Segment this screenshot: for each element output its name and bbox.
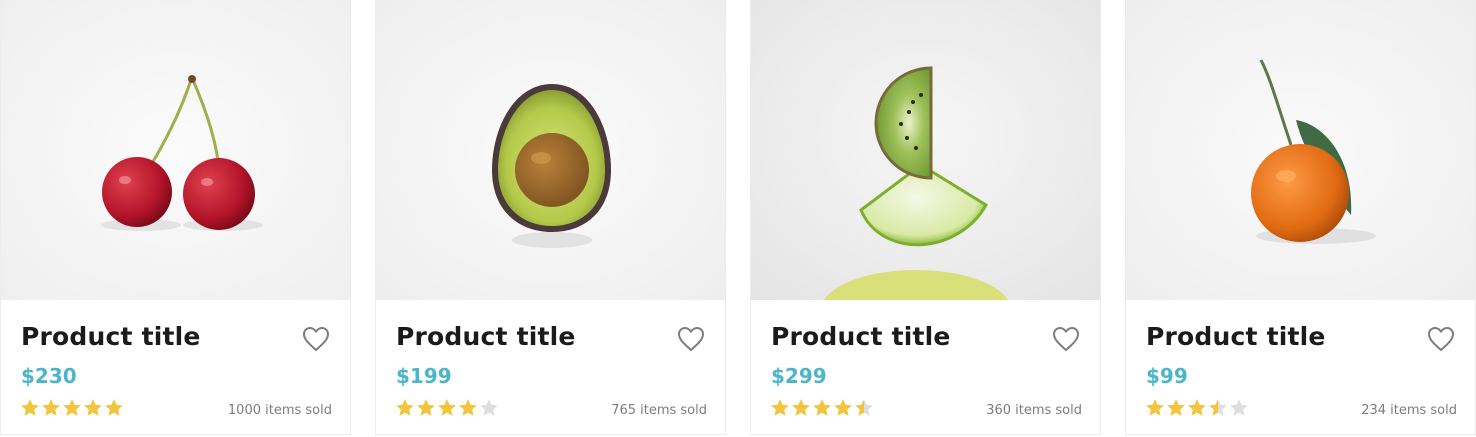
star-filled-icon <box>84 399 102 416</box>
items-sold: 360 items sold <box>986 403 1082 418</box>
star-filled-icon <box>813 399 831 416</box>
star-filled-icon <box>834 399 852 416</box>
items-sold: 1000 items sold <box>227 403 332 418</box>
product-title[interactable]: Product title <box>771 322 951 351</box>
star-filled-icon <box>63 399 81 416</box>
star-half-icon <box>1209 399 1227 416</box>
star-filled-icon <box>1188 399 1206 416</box>
star-filled-icon <box>417 399 435 416</box>
product-image-avocado[interactable] <box>376 0 725 300</box>
items-sold: 765 items sold <box>611 403 707 418</box>
star-rating <box>770 398 874 420</box>
star-filled-icon <box>396 399 414 416</box>
product-price: $299 <box>771 364 827 388</box>
tangerine-image <box>1126 0 1475 300</box>
product-image-cherries[interactable] <box>1 0 350 300</box>
star-filled-icon <box>42 399 60 416</box>
kiwi-lime-image <box>751 0 1100 300</box>
star-empty-icon <box>1230 399 1248 416</box>
star-filled-icon <box>21 399 39 416</box>
avocado-image <box>376 0 725 300</box>
star-rating <box>20 398 124 420</box>
star-half-icon <box>855 399 873 416</box>
product-grid: Product title $230 1000 items sold Produ… <box>0 0 1476 437</box>
cherries-image <box>1 0 350 300</box>
star-filled-icon <box>1167 399 1185 416</box>
product-image-kiwi-lime[interactable] <box>751 0 1100 300</box>
product-image-tangerine[interactable] <box>1126 0 1475 300</box>
product-card[interactable]: Product title $99 234 items sold <box>1125 0 1476 435</box>
product-card[interactable]: Product title $230 1000 items sold <box>0 0 351 435</box>
star-filled-icon <box>771 399 789 416</box>
heart-outline-icon[interactable] <box>302 326 330 352</box>
product-price: $99 <box>1146 364 1188 388</box>
heart-outline-icon[interactable] <box>1427 326 1455 352</box>
star-filled-icon <box>792 399 810 416</box>
items-sold: 234 items sold <box>1361 403 1457 418</box>
heart-outline-icon[interactable] <box>1052 326 1080 352</box>
star-filled-icon <box>438 399 456 416</box>
heart-outline-icon[interactable] <box>677 326 705 352</box>
product-card[interactable]: Product title $199 765 items sold <box>375 0 726 435</box>
star-filled-icon <box>459 399 477 416</box>
product-price: $199 <box>396 364 452 388</box>
star-filled-icon <box>1146 399 1164 416</box>
star-rating <box>395 398 499 420</box>
product-card[interactable]: Product title $299 360 items sold <box>750 0 1101 435</box>
star-filled-icon <box>105 399 123 416</box>
star-rating <box>1145 398 1249 420</box>
product-title[interactable]: Product title <box>21 322 201 351</box>
product-price: $230 <box>21 364 77 388</box>
product-title[interactable]: Product title <box>396 322 576 351</box>
star-empty-icon <box>480 399 498 416</box>
product-title[interactable]: Product title <box>1146 322 1326 351</box>
